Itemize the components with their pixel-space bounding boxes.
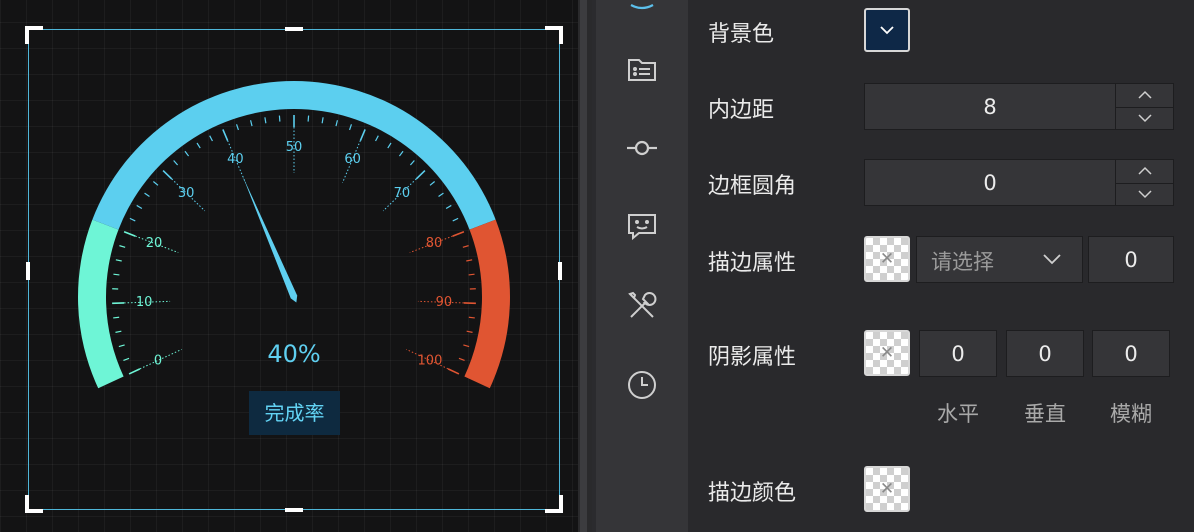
resize-handle-right[interactable] [558,262,562,280]
background-color-label: 背景色 [708,22,775,47]
layers-icon[interactable] [624,0,660,16]
clock-icon[interactable] [624,367,660,403]
chevron-down-icon [1043,254,1061,265]
resize-handle-bottom-right[interactable] [545,495,563,513]
shadow-horizontal-label: 水平 [937,402,979,426]
resize-handle-bottom-left[interactable] [25,495,43,513]
stroke-properties-label: 描边属性 [708,251,797,276]
padding-label: 内边距 [708,98,775,123]
stroke-color-swatch[interactable]: ✕ [864,236,910,282]
shadow-blur-label: 模糊 [1110,402,1152,426]
border-radius-increment-button[interactable] [1116,160,1173,183]
padding-stepper [1115,84,1173,129]
shadow-vertical-input[interactable]: 0 [1006,330,1084,377]
commit-icon[interactable] [624,130,660,166]
chevron-down-icon [880,26,894,35]
border-radius-value: 0 [983,170,997,195]
list-icon[interactable] [624,51,660,87]
stroke-style-select[interactable]: 请选择 [916,236,1083,283]
close-icon: ✕ [879,342,895,363]
padding-increment-button[interactable] [1116,84,1173,107]
selection-frame[interactable] [25,26,563,513]
resize-handle-top-right[interactable] [545,26,563,44]
canvas-scrollbar[interactable] [578,0,592,532]
shadow-vertical-value: 0 [1038,341,1052,366]
chevron-up-icon [1137,167,1152,175]
shadow-horizontal-value: 0 [951,341,965,366]
chevron-up-icon [1137,91,1152,99]
resize-handle-bottom[interactable] [285,508,303,512]
padding-decrement-button[interactable] [1116,106,1173,130]
chat-icon[interactable] [624,208,660,244]
border-radius-decrement-button[interactable] [1116,182,1173,206]
resize-handle-left[interactable] [26,262,30,280]
chevron-down-icon [1137,114,1152,123]
stroke-width-value: 0 [1124,247,1138,272]
border-radius-number-input[interactable]: 0 [864,159,1174,206]
chevron-down-icon [1137,190,1152,199]
scrollbar-thumb[interactable] [580,0,587,532]
border-radius-label: 边框圆角 [708,174,797,199]
shadow-properties-label: 阴影属性 [708,345,797,370]
resize-handle-top[interactable] [285,27,303,31]
shadow-blur-input[interactable]: 0 [1092,330,1170,377]
design-canvas[interactable]: 0 10 20 30 40 50 60 70 80 90 100 40% 完成率 [0,0,578,532]
stroke-color-label: 描边颜色 [708,481,797,506]
border-radius-stepper [1115,160,1173,205]
stroke-color-picker[interactable]: ✕ [864,466,910,512]
stroke-width-input[interactable]: 0 [1088,236,1174,283]
shadow-blur-value: 0 [1124,341,1138,366]
shadow-horizontal-input[interactable]: 0 [919,330,997,377]
padding-value: 8 [983,94,997,119]
property-panel: 背景色 内边距 8 边框圆角 0 描边属性 ✕ 请选择 0 阴影属性 ✕ 0 0… [688,0,1194,532]
resize-handle-top-left[interactable] [25,26,43,44]
icon-rail [596,0,688,532]
padding-number-input[interactable]: 8 [864,83,1174,130]
tools-icon[interactable] [624,288,660,324]
shadow-color-swatch[interactable]: ✕ [864,330,910,376]
background-color-picker[interactable] [864,8,910,52]
close-icon: ✕ [879,478,895,499]
stroke-style-placeholder: 请选择 [931,250,994,274]
close-icon: ✕ [879,248,895,269]
shadow-vertical-label: 垂直 [1024,402,1066,426]
